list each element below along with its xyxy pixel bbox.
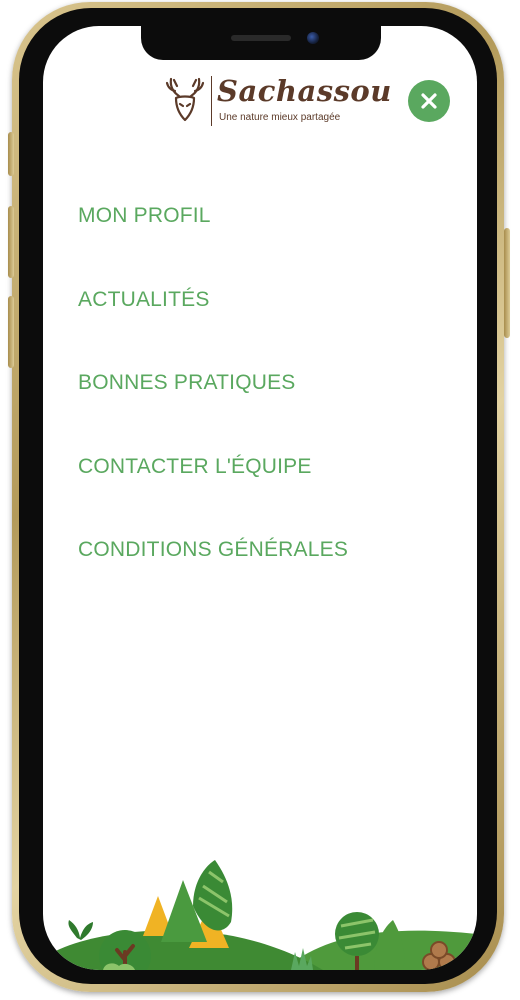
menu-item-actualites[interactable]: ACTUALITÉS (78, 288, 348, 372)
phone-mockup: Sachassou Une nature mieux partagée MON … (0, 0, 520, 1000)
menu-item-conditions-generales[interactable]: CONDITIONS GÉNÉRALES (78, 538, 348, 622)
front-camera (307, 32, 319, 44)
speaker-grille (231, 35, 291, 41)
app-logo[interactable]: Sachassou Une nature mieux partagée (165, 74, 391, 130)
phone-side-button (8, 132, 14, 176)
deer-antlers-icon (165, 77, 205, 122)
brand-tagline: Une nature mieux partagée (219, 112, 341, 123)
brand-name: Sachassou (217, 74, 392, 108)
menu-item-contacter-equipe[interactable]: CONTACTER L'ÉQUIPE (78, 455, 348, 539)
leaf-right (374, 920, 405, 970)
menu-item-bonnes-pratiques[interactable]: BONNES PRATIQUES (78, 371, 348, 455)
close-icon (421, 93, 437, 109)
menu-item-mon-profil[interactable]: MON PROFIL (78, 204, 348, 288)
app-screen: Sachassou Une nature mieux partagée MON … (43, 26, 477, 970)
phone-notch (141, 26, 381, 60)
phone-volume-up-button (8, 206, 14, 278)
tree-striped-leaf (193, 860, 233, 931)
landscape-illustration (43, 860, 477, 970)
sprout-left (68, 920, 93, 940)
phone-power-button (504, 228, 510, 338)
main-menu: MON PROFIL ACTUALITÉS BONNES PRATIQUES C… (78, 204, 348, 622)
phone-volume-down-button (8, 296, 14, 368)
logo-divider (211, 76, 212, 126)
close-menu-button[interactable] (408, 80, 450, 122)
